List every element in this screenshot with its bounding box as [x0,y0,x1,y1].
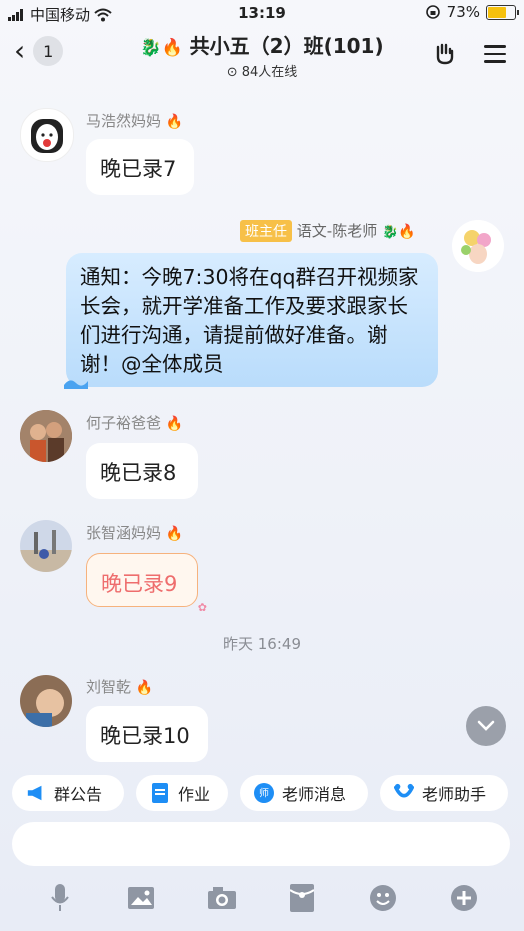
battery-icon [486,4,519,20]
avatar[interactable] [20,108,74,162]
menu-icon[interactable] [484,40,506,68]
camera-icon[interactable] [207,883,237,913]
fire-icon: 🔥 [165,416,184,432]
image-icon[interactable] [126,883,156,913]
fire-icon: 🔥 [165,114,184,130]
shortcut-bar: 群公告 作业 师 老师消息 老师助手 [0,772,524,814]
red-packet-icon[interactable] [287,883,317,913]
shortcut-teacher-messages[interactable]: 师 老师消息 [240,775,368,811]
group-title: 共小五（2）班(101) [189,34,384,58]
input-toolbar [0,878,524,918]
message-bubble[interactable]: 晚已录10 [86,706,208,762]
document-icon [150,783,170,803]
message-bubble[interactable]: 晚已录8 [86,443,198,499]
emoji-icon[interactable] [368,883,398,913]
message-input[interactable] [12,822,510,866]
message-bubble[interactable]: 晚已录7 [86,139,194,195]
avatar[interactable] [20,520,72,572]
megaphone-icon [26,783,46,803]
chevron-down-circle-icon: ⊙ [226,65,238,80]
notice-sender: 班主任 语文-陈老师 🐉🔥 [240,220,416,242]
chevron-down-icon [477,720,495,731]
plus-icon[interactable] [449,883,479,913]
notice-bubble[interactable]: 通知：今晚7:30将在qq群召开视频家长会，就开学准备工作及要求跟家长们进行沟通… [64,253,438,389]
avatar[interactable] [20,410,72,462]
header-actions [432,40,506,68]
chat-header: ‹ 1 🐉🔥 共小五（2）班(101) ⊙ 84人在线 [0,26,524,82]
avatar[interactable] [452,220,504,272]
avatar[interactable] [20,675,72,727]
dragon-icon: 🐉 [140,38,162,58]
rotation-lock-icon [425,5,440,19]
battery-percent: 73% [446,3,480,21]
wave-decoration-icon [64,380,88,389]
teacher-message-icon: 师 [254,783,274,803]
fire-icon: 🔥 [398,224,416,240]
svg-text:师: 师 [259,787,269,800]
fire-icon: 🔥 [135,680,154,696]
status-right: 73% [425,3,519,21]
fire-icon: 🔥 [165,526,184,542]
sender-name: 张智涵妈妈 🔥 [86,524,184,542]
sender-name: 马浩然妈妈 🔥 [86,112,184,130]
message-bubble[interactable]: 晚已录9 ✿ [86,553,207,614]
dragon-icon: 🐉 [381,225,399,240]
notice-text: 通知：今晚7:30将在qq群召开视频家长会，就开学准备工作及要求跟家长们进行沟通… [80,265,419,376]
assistant-icon [394,783,414,803]
microphone-icon[interactable] [45,883,75,913]
role-tag: 班主任 [240,220,292,242]
shortcut-teacher-assistant[interactable]: 老师助手 [380,775,508,811]
sender-name: 何子裕爸爸 🔥 [86,414,184,432]
hand-gesture-icon[interactable] [432,41,458,67]
fire-icon: 🔥 [161,38,183,58]
shortcut-homework[interactable]: 作业 [136,775,228,811]
online-count: 84人在线 [241,65,298,80]
status-bar: 中国移动 13:19 73% [0,0,524,26]
time-separator: 昨天 16:49 [223,635,301,653]
sticker-decoration-icon: ✿ [197,601,207,614]
scroll-to-bottom-button[interactable] [466,706,506,746]
sender-name: 刘智乾 🔥 [86,678,154,696]
shortcut-group-notice[interactable]: 群公告 [12,775,124,811]
